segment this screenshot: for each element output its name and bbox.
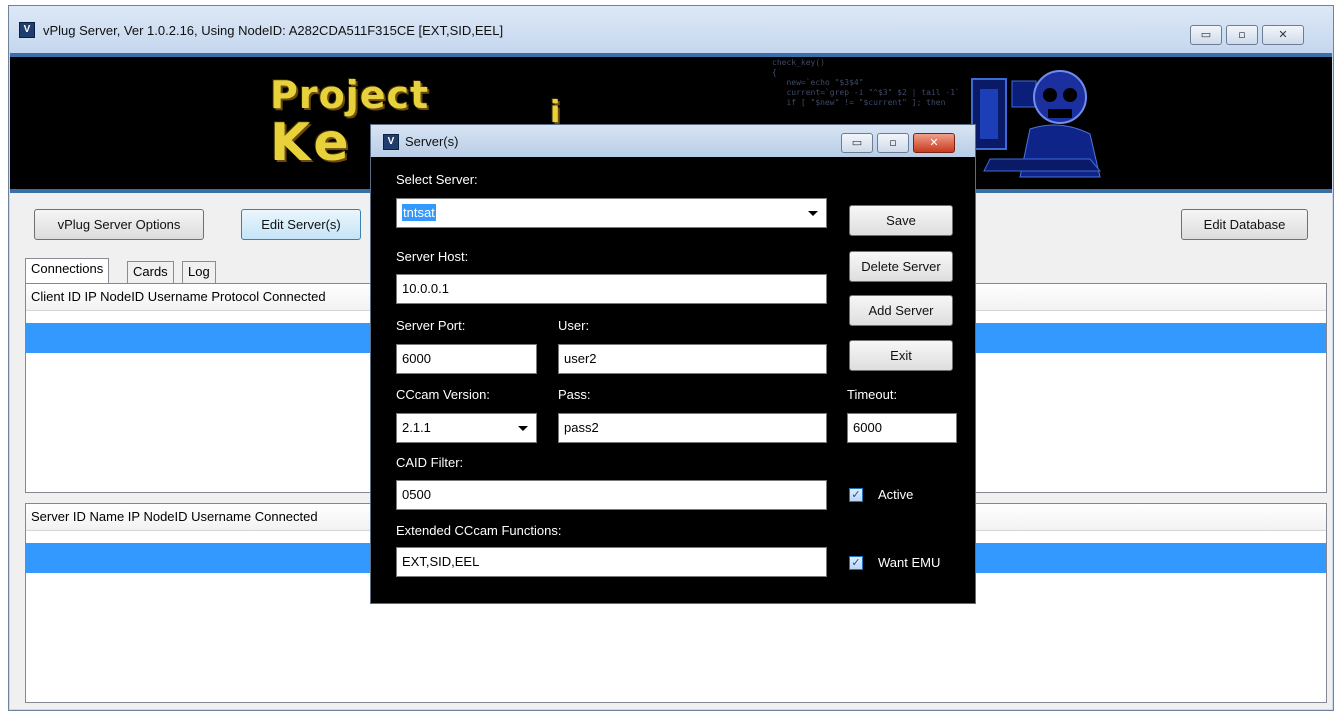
cccam-version-label: CCcam Version:: [396, 387, 490, 402]
edit-database-button[interactable]: Edit Database: [1181, 209, 1308, 240]
exit-button[interactable]: Exit: [849, 340, 953, 371]
server-host-label: Server Host:: [396, 249, 469, 264]
caid-filter-label: CAID Filter:: [396, 455, 464, 470]
banner-code-text: check_key() { new=`echo "$3$4" current=`…: [772, 58, 960, 107]
window-title: vPlug Server, Ver 1.0.2.16, Using NodeID…: [43, 23, 504, 38]
edit-servers-button[interactable]: Edit Server(s): [241, 209, 361, 240]
close-button[interactable]: ✕: [1262, 25, 1304, 45]
dialog-close-button[interactable]: ✕: [913, 133, 955, 153]
want-emu-label: Want EMU: [878, 555, 941, 570]
chevron-down-icon: [808, 211, 818, 216]
save-button[interactable]: Save: [849, 205, 953, 236]
servers-dialog-titlebar[interactable]: V Server(s) ▭ ▫ ✕: [371, 125, 975, 157]
dialog-maximize-button[interactable]: ▫: [877, 133, 909, 153]
add-server-button[interactable]: Add Server: [849, 295, 953, 326]
server-host-field[interactable]: 10.0.0.1: [396, 274, 827, 304]
servers-dialog: V Server(s) ▭ ▫ ✕ Select Server: tntsat …: [370, 124, 976, 604]
select-server-dropdown[interactable]: tntsat: [396, 198, 827, 228]
minimize-button[interactable]: ▭: [1190, 25, 1222, 45]
tab-log[interactable]: Log: [182, 261, 216, 283]
server-port-field[interactable]: 6000: [396, 344, 537, 374]
active-label: Active: [878, 487, 914, 502]
cccam-version-dropdown[interactable]: 2.1.1: [396, 413, 537, 443]
chevron-down-icon: [518, 426, 528, 431]
pass-field[interactable]: pass2: [558, 413, 827, 443]
timeout-label: Timeout:: [847, 387, 898, 402]
tab-cards[interactable]: Cards: [127, 261, 174, 283]
user-label: User:: [558, 318, 590, 333]
banner-top-bar: [10, 53, 1332, 57]
skull-hacker-icon: [971, 70, 1102, 178]
active-checkbox[interactable]: ✓: [849, 488, 863, 502]
dialog-app-icon: V: [383, 134, 399, 150]
dialog-title: Server(s): [405, 134, 459, 149]
pass-label: Pass:: [558, 387, 591, 402]
select-server-label: Select Server:: [396, 172, 478, 187]
caid-filter-field[interactable]: 0500: [396, 480, 827, 510]
server-port-label: Server Port:: [396, 318, 466, 333]
main-titlebar[interactable]: V vPlug Server, Ver 1.0.2.16, Using Node…: [9, 6, 1333, 58]
user-field[interactable]: user2: [558, 344, 827, 374]
vplug-server-options-button[interactable]: vPlug Server Options: [34, 209, 204, 240]
vplug-app-icon: V: [19, 22, 35, 38]
banner-logo-line1: Project: [270, 73, 430, 117]
extended-functions-field[interactable]: EXT,SID,EEL: [396, 547, 827, 577]
maximize-button[interactable]: ▫: [1226, 25, 1258, 45]
banner-logo-line2: Ke: [270, 113, 353, 173]
extended-functions-label: Extended CCcam Functions:: [396, 523, 562, 538]
timeout-field[interactable]: 6000: [847, 413, 957, 443]
cccam-version-value: 2.1.1: [402, 420, 431, 435]
select-server-value: tntsat: [402, 204, 436, 221]
tab-connections[interactable]: Connections: [25, 258, 110, 283]
delete-server-button[interactable]: Delete Server: [849, 251, 953, 282]
want-emu-checkbox[interactable]: ✓: [849, 556, 863, 570]
dialog-minimize-button[interactable]: ▭: [841, 133, 873, 153]
